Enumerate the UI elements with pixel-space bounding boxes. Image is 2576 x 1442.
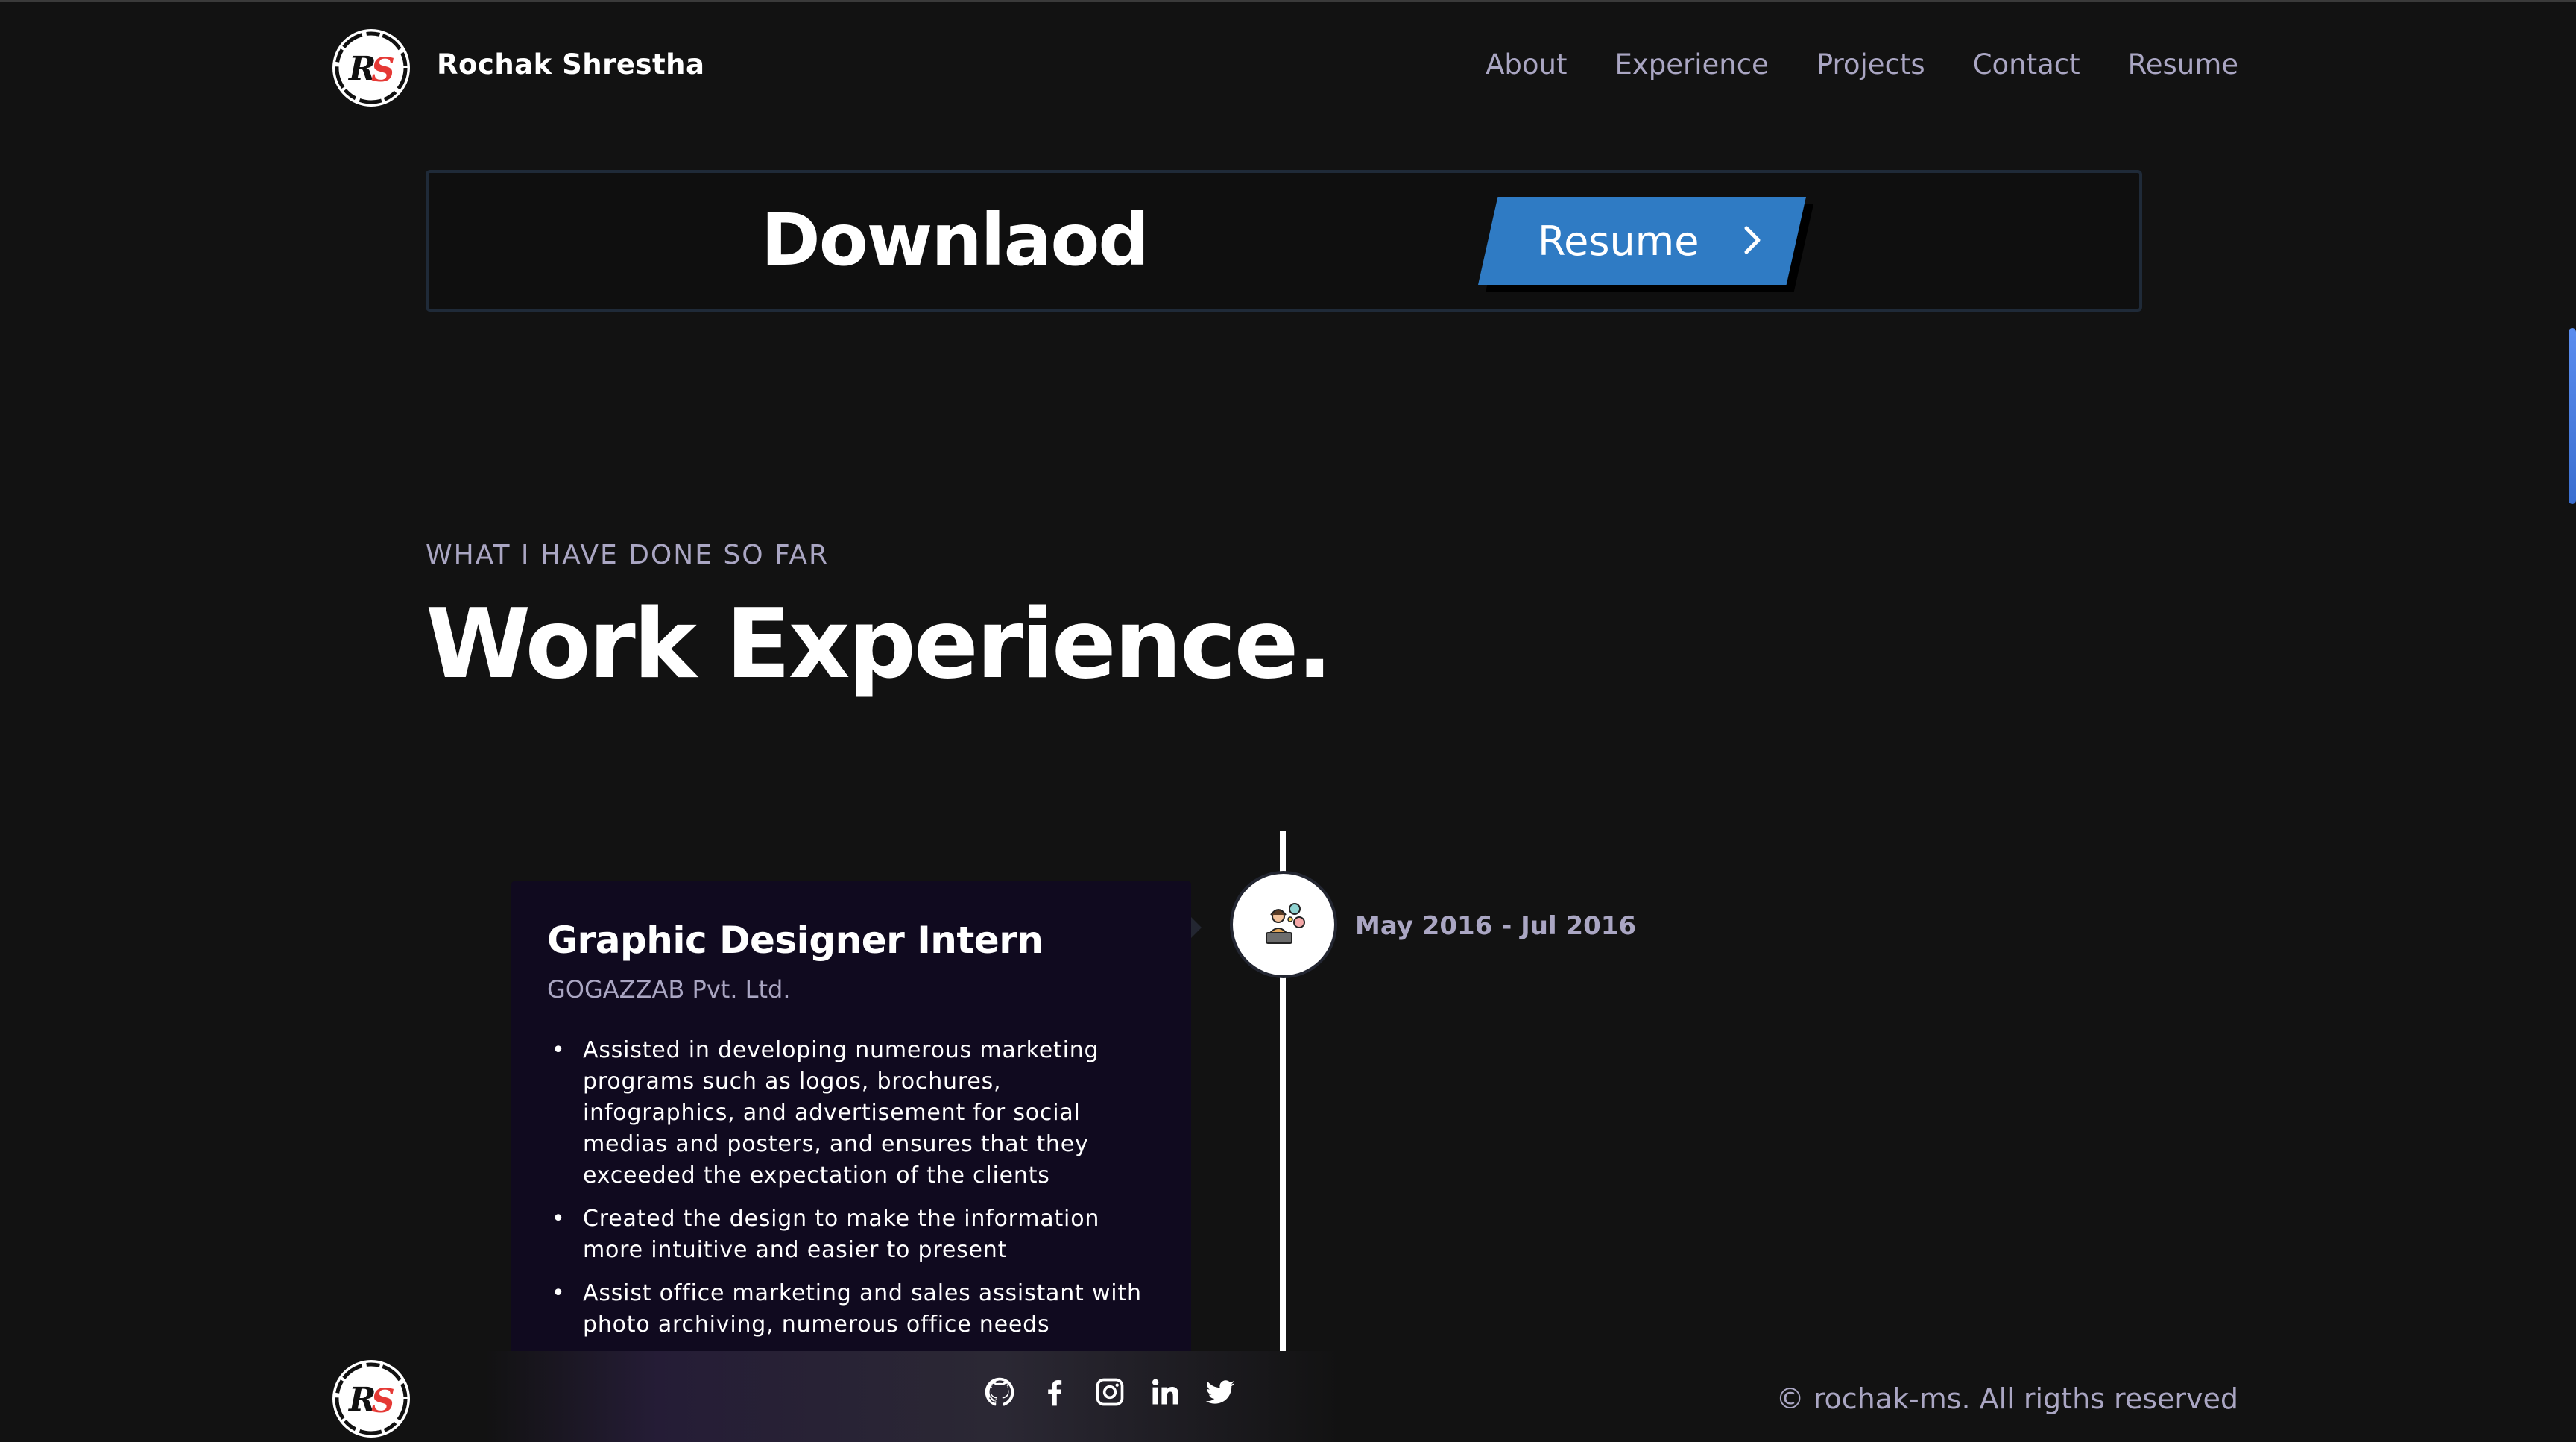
scrollbar-thumb[interactable] — [2569, 328, 2576, 504]
facebook-icon — [1048, 1380, 1062, 1406]
list-item: Assist office marketing and sales assist… — [547, 1278, 1158, 1341]
experience-card: Graphic Designer Intern GOGAZZAB Pvt. Lt… — [511, 881, 1191, 1373]
job-date: May 2016 - Jul 2016 — [1355, 911, 1637, 941]
brand-name[interactable]: Rochak Shrestha — [437, 48, 705, 81]
footer: R S © rochak-ms. All rigths reserved — [0, 1351, 2576, 1442]
chevron-right-icon — [1744, 226, 1761, 254]
instagram-link[interactable] — [1093, 1375, 1127, 1409]
nav-experience[interactable]: Experience — [1614, 48, 1768, 81]
timeline-icon — [1233, 874, 1334, 975]
linkedin-link[interactable] — [1148, 1375, 1182, 1409]
section-subtitle: WHAT I HAVE DONE SO FAR — [426, 540, 830, 570]
instagram-icon — [1096, 1378, 1124, 1406]
card-pointer — [1191, 917, 1202, 938]
download-heading: Downlaod — [761, 198, 1149, 282]
download-banner: Downlaod Resume — [426, 170, 2142, 312]
copyright-text: © rochak-ms. All rigths reserved — [1775, 1382, 2238, 1415]
footer-logo[interactable]: R S — [332, 1360, 410, 1438]
designer-icon — [1266, 903, 1305, 944]
job-title: Graphic Designer Intern — [547, 919, 1044, 962]
company-name: GOGAZZAB Pvt. Ltd. — [547, 975, 791, 1004]
nav-resume[interactable]: Resume — [2128, 48, 2238, 81]
facebook-link[interactable] — [1038, 1375, 1072, 1409]
svg-text:S: S — [371, 51, 395, 89]
nav-links: About Experience Projects Contact Resume — [1486, 48, 2238, 81]
list-item: Created the design to make the informati… — [547, 1203, 1158, 1266]
logo[interactable]: R S — [332, 29, 410, 107]
rs-logo-icon: R S — [334, 1361, 408, 1436]
svg-text:S: S — [371, 1382, 395, 1420]
job-points: Assisted in developing numerous marketin… — [547, 1035, 1158, 1353]
github-link[interactable] — [982, 1375, 1017, 1409]
linkedin-icon — [1152, 1379, 1178, 1405]
resume-download-button[interactable]: Resume — [1478, 197, 1813, 292]
twitter-link[interactable] — [1203, 1375, 1237, 1409]
nav-projects[interactable]: Projects — [1816, 48, 1925, 81]
section-title: Work Experience. — [426, 589, 1333, 700]
resume-button-label: Resume — [1538, 218, 1699, 265]
list-item: Assisted in developing numerous marketin… — [547, 1035, 1158, 1191]
rs-logo-icon: R S — [334, 31, 408, 105]
nav-contact[interactable]: Contact — [1973, 48, 2080, 81]
navbar: R S Rochak Shrestha About Experience Pro… — [0, 2, 2576, 129]
github-icon — [985, 1377, 1014, 1406]
social-links — [982, 1375, 1237, 1409]
nav-about[interactable]: About — [1486, 48, 1567, 81]
twitter-icon — [1205, 1380, 1235, 1404]
